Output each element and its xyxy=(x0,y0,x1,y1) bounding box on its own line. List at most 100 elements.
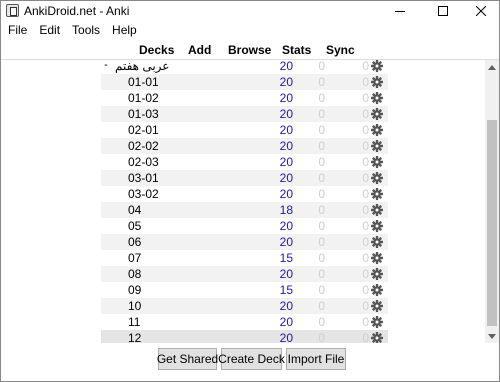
close-button[interactable] xyxy=(463,1,499,21)
menu-bar: File Edit Tools Help xyxy=(1,21,499,39)
new-count: 0 xyxy=(362,235,369,249)
deck-name[interactable]: 07 xyxy=(128,251,141,265)
toolbar-stats-link[interactable]: Stats xyxy=(282,43,311,57)
gear-icon[interactable] xyxy=(371,92,383,104)
get-shared-button[interactable]: Get Shared xyxy=(157,348,218,370)
deck-row[interactable]: 04 18 0 0 xyxy=(101,202,388,218)
maximize-button[interactable] xyxy=(425,1,461,21)
gear-icon[interactable] xyxy=(371,300,383,312)
gear-icon[interactable] xyxy=(371,204,383,216)
create-deck-button[interactable]: Create Deck xyxy=(218,348,285,370)
gear-icon[interactable] xyxy=(371,172,383,184)
collapse-toggle[interactable]: - xyxy=(101,60,111,71)
due-count: 15 xyxy=(279,251,293,265)
gear-icon[interactable] xyxy=(371,220,383,232)
import-file-button[interactable]: Import File xyxy=(286,348,346,370)
toolbar-add-link[interactable]: Add xyxy=(188,43,211,57)
anki-app-icon xyxy=(6,4,19,17)
scroll-down-button[interactable] xyxy=(485,329,499,343)
deck-name[interactable]: 10 xyxy=(128,299,141,313)
learn-count: 0 xyxy=(318,267,325,281)
deck-row[interactable]: 02-03 20 0 0 xyxy=(101,154,388,170)
deck-row[interactable]: 02-01 20 0 0 xyxy=(101,122,388,138)
learn-count: 0 xyxy=(318,219,325,233)
deck-row[interactable]: 03-02 20 0 0 xyxy=(101,186,388,202)
deck-name[interactable]: 09 xyxy=(128,283,141,297)
deck-row-current[interactable]: 12 20 0 0 xyxy=(101,330,388,343)
deck-row[interactable]: 01-02 20 0 0 xyxy=(101,90,388,106)
deck-name[interactable]: 06 xyxy=(128,235,141,249)
learn-count: 0 xyxy=(318,203,325,217)
due-count: 20 xyxy=(279,187,293,201)
due-count: 20 xyxy=(279,75,293,89)
deck-name[interactable]: 12 xyxy=(128,331,141,343)
deck-row[interactable]: 06 20 0 0 xyxy=(101,234,388,250)
gear-icon[interactable] xyxy=(371,60,383,72)
menu-edit[interactable]: Edit xyxy=(33,21,66,39)
deck-name[interactable]: 02-02 xyxy=(128,139,159,153)
gear-icon[interactable] xyxy=(371,188,383,200)
due-count: 20 xyxy=(279,107,293,121)
deck-row[interactable]: 01-03 20 0 0 xyxy=(101,106,388,122)
deck-row[interactable]: 02-02 20 0 0 xyxy=(101,138,388,154)
main-toolbar: Decks Add Browse Stats Sync xyxy=(1,39,499,59)
deck-name[interactable]: 04 xyxy=(128,203,141,217)
scroll-up-button[interactable] xyxy=(485,60,499,74)
window-title: AnkiDroid.net - Anki xyxy=(24,4,130,18)
gear-icon[interactable] xyxy=(371,108,383,120)
deck-row[interactable]: 01-01 20 0 0 xyxy=(101,74,388,90)
gear-icon[interactable] xyxy=(371,140,383,152)
menu-tools[interactable]: Tools xyxy=(66,21,106,39)
new-count: 0 xyxy=(362,107,369,121)
deck-name[interactable]: 01-01 xyxy=(128,75,159,89)
new-count: 0 xyxy=(362,187,369,201)
gear-icon[interactable] xyxy=(371,332,383,343)
deck-name[interactable]: 05 xyxy=(128,219,141,233)
gear-icon[interactable] xyxy=(371,316,383,328)
due-count: 20 xyxy=(279,267,293,281)
deck-name[interactable]: 02-01 xyxy=(128,123,159,137)
deck-name[interactable]: 11 xyxy=(128,315,140,329)
deck-name[interactable]: 08 xyxy=(128,267,141,281)
gear-icon[interactable] xyxy=(371,124,383,136)
chevron-up-icon xyxy=(488,64,496,70)
deck-row[interactable]: 11 20 0 0 xyxy=(101,314,388,330)
deck-row[interactable]: 10 20 0 0 xyxy=(101,298,388,314)
scrollbar-thumb[interactable] xyxy=(487,120,497,326)
deck-row[interactable]: 03-01 20 0 0 xyxy=(101,170,388,186)
new-count: 0 xyxy=(362,155,369,169)
new-count: 0 xyxy=(362,251,369,265)
menu-file[interactable]: File xyxy=(1,21,33,39)
gear-icon[interactable] xyxy=(371,252,383,264)
gear-icon[interactable] xyxy=(371,76,383,88)
deck-row[interactable]: 09 15 0 0 xyxy=(101,282,388,298)
new-count: 0 xyxy=(362,60,369,73)
title-bar[interactable]: AnkiDroid.net - Anki xyxy=(1,1,499,21)
deck-name[interactable]: 02-03 xyxy=(128,155,159,169)
deck-name[interactable]: عربی هفتم xyxy=(115,60,169,73)
learn-count: 0 xyxy=(318,139,325,153)
toolbar-browse-link[interactable]: Browse xyxy=(228,43,271,57)
deck-name[interactable]: 03-02 xyxy=(128,187,159,201)
vertical-scrollbar[interactable] xyxy=(485,60,499,343)
anki-main-window: AnkiDroid.net - Anki File Edit Tools Hel… xyxy=(0,0,500,382)
deck-name[interactable]: 03-01 xyxy=(128,171,159,185)
due-count: 20 xyxy=(279,219,293,233)
minimize-button[interactable] xyxy=(382,1,418,21)
gear-icon[interactable] xyxy=(371,268,383,280)
deck-name[interactable]: 01-03 xyxy=(128,107,159,121)
deck-row[interactable]: 08 20 0 0 xyxy=(101,266,388,282)
gear-icon[interactable] xyxy=(371,156,383,168)
deck-row[interactable]: 07 15 0 0 xyxy=(101,250,388,266)
gear-icon[interactable] xyxy=(371,284,383,296)
due-count: 20 xyxy=(279,299,293,313)
menu-help[interactable]: Help xyxy=(106,21,143,39)
due-count: 20 xyxy=(279,139,293,153)
toolbar-sync-link[interactable]: Sync xyxy=(326,43,355,57)
new-count: 0 xyxy=(362,91,369,105)
deck-row[interactable]: 05 20 0 0 xyxy=(101,218,388,234)
toolbar-decks-link[interactable]: Decks xyxy=(139,43,174,57)
deck-name[interactable]: 01-02 xyxy=(128,91,159,105)
deck-row[interactable]: - عربی هفتم 20 0 0 xyxy=(101,60,388,74)
gear-icon[interactable] xyxy=(371,236,383,248)
